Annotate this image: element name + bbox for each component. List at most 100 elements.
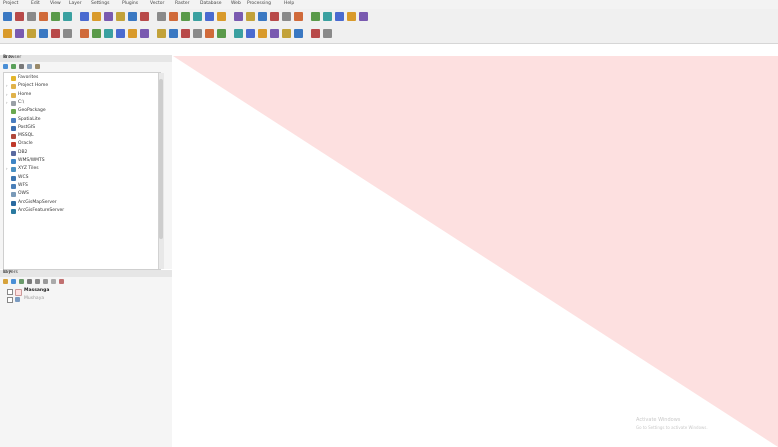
- toggle-editing-icon[interactable]: [80, 29, 89, 38]
- browser-item-wfs[interactable]: WFS: [4, 183, 154, 190]
- zoom-in-icon[interactable]: [116, 12, 125, 21]
- manage-visibility-icon[interactable]: [19, 279, 24, 284]
- save-project-icon[interactable]: [27, 12, 36, 21]
- open-styling-icon[interactable]: [3, 279, 8, 284]
- digitize-icon[interactable]: [63, 29, 72, 38]
- measure-icon[interactable]: [335, 12, 344, 21]
- zoom-out-icon[interactable]: [128, 12, 137, 21]
- python-console-icon[interactable]: [294, 29, 303, 38]
- expand-arrow-icon[interactable]: ›: [6, 100, 8, 105]
- change-label-icon[interactable]: [282, 29, 291, 38]
- browser-item-oracle[interactable]: Oracle: [4, 141, 154, 148]
- menu-project[interactable]: Project: [3, 1, 18, 6]
- browser-item-favorites[interactable]: Favorites: [4, 75, 154, 82]
- add-point-icon[interactable]: [104, 29, 113, 38]
- browser-item-wcs[interactable]: WCS: [4, 175, 154, 182]
- remove-layer-icon[interactable]: [59, 279, 64, 284]
- menu-raster[interactable]: Raster: [175, 1, 190, 6]
- new-bookmark-icon[interactable]: [205, 12, 214, 21]
- copy-icon[interactable]: [169, 29, 178, 38]
- zoom-selection-icon[interactable]: [169, 12, 178, 21]
- move-label-icon[interactable]: [258, 29, 267, 38]
- data-source-manager-icon[interactable]: [3, 29, 12, 38]
- redo-icon[interactable]: [205, 29, 214, 38]
- filter-expression-icon[interactable]: [35, 279, 40, 284]
- layout-manager-icon[interactable]: [63, 12, 72, 21]
- layer-visibility-checkbox[interactable]: [7, 289, 13, 295]
- delete-selected-icon[interactable]: [140, 29, 149, 38]
- map-canvas[interactable]: [173, 56, 778, 447]
- menu-help[interactable]: Help: [284, 1, 294, 6]
- browser-item-c[interactable]: › C:\: [4, 100, 154, 107]
- menu-edit[interactable]: Edit: [31, 1, 40, 6]
- pan-icon[interactable]: [92, 12, 101, 21]
- zoom-next-icon[interactable]: [193, 12, 202, 21]
- label-toolbar-icon[interactable]: [217, 29, 226, 38]
- menu-database[interactable]: Database: [200, 1, 221, 6]
- refresh-icon[interactable]: [234, 12, 243, 21]
- browser-dock-controls[interactable]: ⊞ ✕: [3, 55, 168, 60]
- expand-arrow-icon[interactable]: ›: [6, 83, 8, 88]
- layer-item-mushaya[interactable]: Mushaya: [5, 296, 155, 303]
- show-hide-labels-icon[interactable]: [246, 29, 255, 38]
- new-spatialite-icon[interactable]: [39, 29, 48, 38]
- browser-item-arcgismapserver[interactable]: ArcGisMapServer: [4, 200, 154, 207]
- expand-all-icon[interactable]: [43, 279, 48, 284]
- show-bookmarks-icon[interactable]: [217, 12, 226, 21]
- browser-item-ows[interactable]: OWS: [4, 191, 154, 198]
- label-icon[interactable]: [359, 12, 368, 21]
- collapse-all-icon[interactable]: [27, 64, 32, 69]
- browser-item-xyz-tiles[interactable]: › XYZ Tiles: [4, 166, 154, 173]
- paste-icon[interactable]: [181, 29, 190, 38]
- move-feature-icon[interactable]: [116, 29, 125, 38]
- browser-item-postgis[interactable]: PostGIS: [4, 125, 154, 132]
- sum-icon[interactable]: [323, 12, 332, 21]
- layers-dock-controls[interactable]: ⊞ ✕: [3, 270, 168, 275]
- layer-item-massanga[interactable]: Massanga: [5, 288, 155, 296]
- add-group-icon[interactable]: [11, 279, 16, 284]
- browser-item-wms-wmts[interactable]: WMS/WMTS: [4, 158, 154, 165]
- browser-item-arcgisfeatureserver[interactable]: ArcGisFeatureServer: [4, 208, 154, 215]
- menu-plugins[interactable]: Plugins: [122, 1, 138, 6]
- processing-toolbox-icon[interactable]: [311, 29, 320, 38]
- save-as-icon[interactable]: [39, 12, 48, 21]
- browser-scrollbar[interactable]: [158, 73, 164, 269]
- select-icon[interactable]: [258, 12, 267, 21]
- menu-view[interactable]: View: [50, 1, 61, 6]
- menu-processing[interactable]: Processing: [247, 1, 271, 6]
- save-edits-icon[interactable]: [92, 29, 101, 38]
- new-geopackage-icon[interactable]: [15, 29, 24, 38]
- expand-arrow-icon[interactable]: ›: [6, 166, 8, 171]
- menu-settings[interactable]: Settings: [91, 1, 109, 6]
- zoom-last-icon[interactable]: [181, 12, 190, 21]
- refresh-icon[interactable]: [3, 64, 8, 69]
- undo-icon[interactable]: [193, 29, 202, 38]
- print-layout-icon[interactable]: [51, 12, 60, 21]
- open-project-icon[interactable]: [15, 12, 24, 21]
- filter-icon[interactable]: [19, 64, 24, 69]
- new-scratch-layer-icon[interactable]: [51, 29, 60, 38]
- cut-icon[interactable]: [157, 29, 166, 38]
- map-layer-polygon[interactable]: [173, 56, 778, 447]
- pan-to-selection-icon[interactable]: [104, 12, 113, 21]
- zoom-layer-icon[interactable]: [157, 12, 166, 21]
- collapse-all-icon[interactable]: [51, 279, 56, 284]
- menu-layer[interactable]: Layer: [69, 1, 82, 6]
- new-shapefile-icon[interactable]: [27, 29, 36, 38]
- menu-vector[interactable]: Vector: [150, 1, 164, 6]
- expand-arrow-icon[interactable]: ›: [6, 92, 8, 97]
- browser-item-db2[interactable]: DB2: [4, 150, 154, 157]
- menu-web[interactable]: Web: [231, 1, 241, 6]
- browser-item-spatialite[interactable]: SpatiaLite: [4, 117, 154, 124]
- layer-visibility-checkbox[interactable]: [7, 297, 13, 303]
- browser-item-mssql[interactable]: MSSQL: [4, 133, 154, 140]
- new-project-icon[interactable]: [3, 12, 12, 21]
- filter-legend-icon[interactable]: [27, 279, 32, 284]
- identify-icon[interactable]: [246, 12, 255, 21]
- rotate-label-icon[interactable]: [270, 29, 279, 38]
- zoom-full-icon[interactable]: [140, 12, 149, 21]
- enable-properties-icon[interactable]: [35, 64, 40, 69]
- annotation-icon[interactable]: [347, 12, 356, 21]
- pin-labels-icon[interactable]: [234, 29, 243, 38]
- plugin-icon[interactable]: [323, 29, 332, 38]
